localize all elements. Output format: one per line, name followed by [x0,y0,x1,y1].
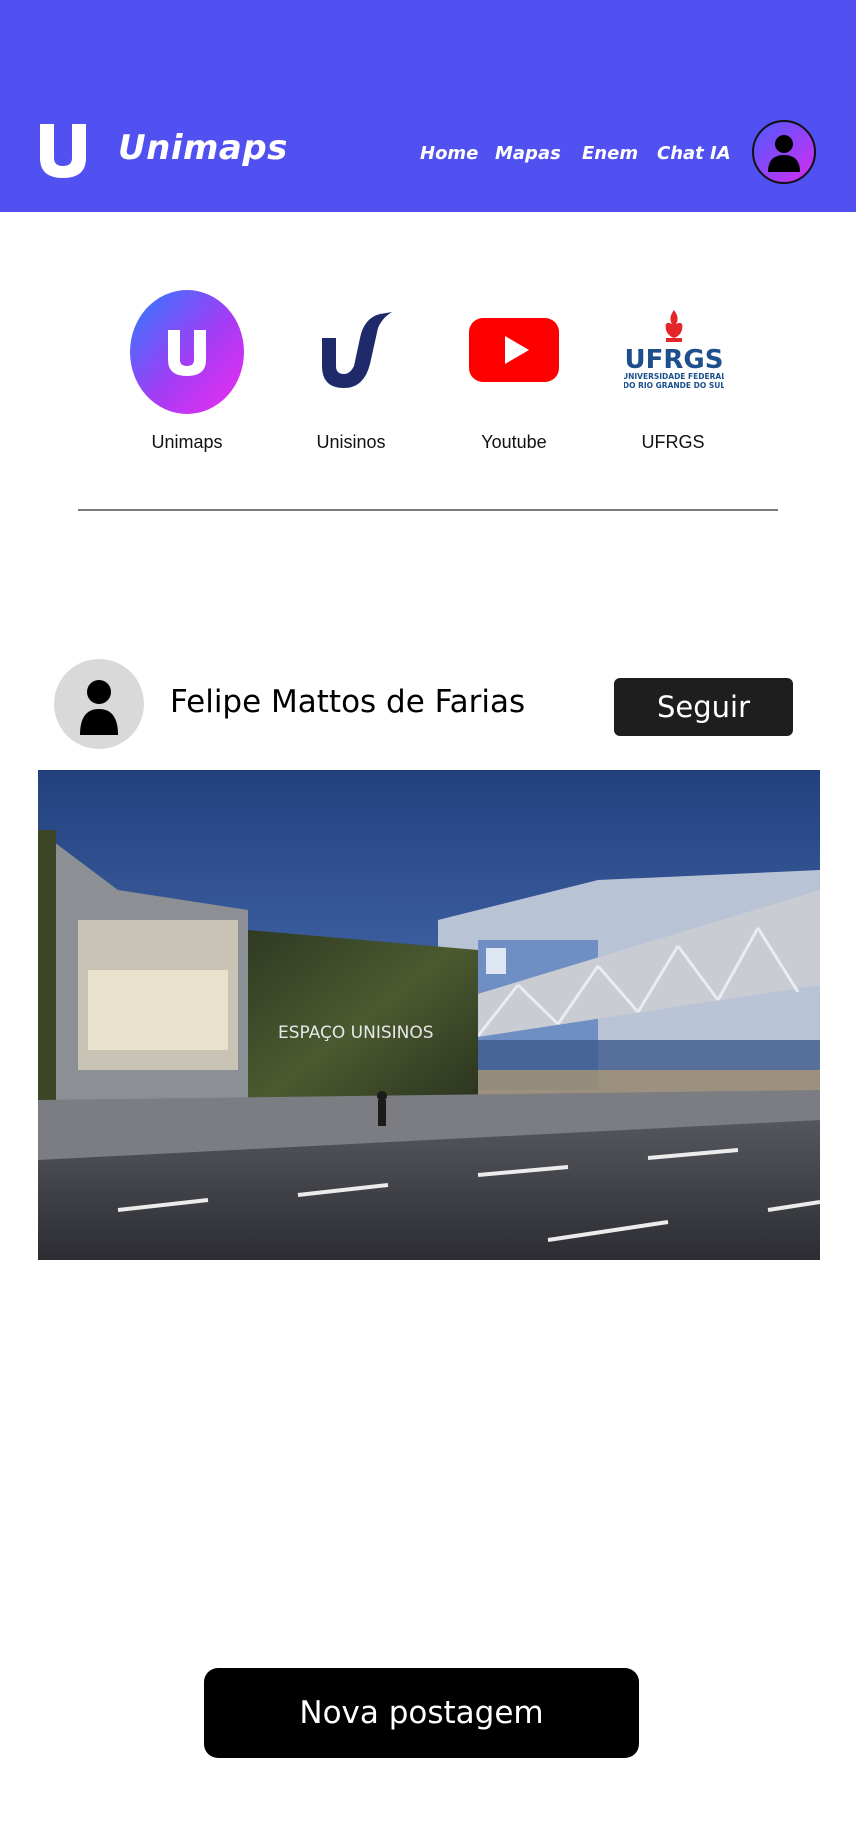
post-author-name[interactable]: Felipe Mattos de Farias [170,684,525,720]
nav-home[interactable]: Home [420,143,478,164]
ufrgs-logo-sub2: DO RIO GRANDE DO SUL [624,381,724,390]
shortcut-label: Unisinos [316,432,386,452]
follow-button[interactable]: Seguir [614,678,793,736]
unimaps-logo-icon [130,290,244,414]
ufrgs-logo-sub1: UNIVERSIDADE FEDERAL [624,372,724,381]
profile-avatar-button[interactable] [752,120,816,184]
shortcut-label: Youtube [481,432,547,452]
shortcut-label: UFRGS [641,432,705,452]
campus-photo: ESPAÇO UNISINOS [38,770,820,1260]
shortcut-label: Unimaps [151,432,223,452]
nav-chat-ia[interactable]: Chat IA [657,143,731,164]
unisinos-logo-icon [322,312,392,388]
nav-enem[interactable]: Enem [582,143,638,164]
new-post-button[interactable]: Nova postagem [204,1668,639,1758]
youtube-logo-icon [469,318,559,382]
post-image[interactable]: ESPAÇO UNISINOS [38,770,820,1260]
post-author-avatar[interactable] [54,659,144,749]
top-nav: Home Mapas Enem Chat IA [0,143,856,173]
nav-mapas[interactable]: Mapas [495,143,561,164]
ufrgs-logo-text: UFRGS [625,345,724,375]
user-icon [768,135,800,172]
photo-sign-text: ESPAÇO UNISINOS [278,1023,434,1043]
user-icon [80,680,118,735]
ufrgs-logo-icon: UFRGS UNIVERSIDADE FEDERAL DO RIO GRANDE… [624,310,724,390]
section-divider [78,509,778,511]
app-header: Unimaps Home Mapas Enem Chat IA [0,0,856,212]
